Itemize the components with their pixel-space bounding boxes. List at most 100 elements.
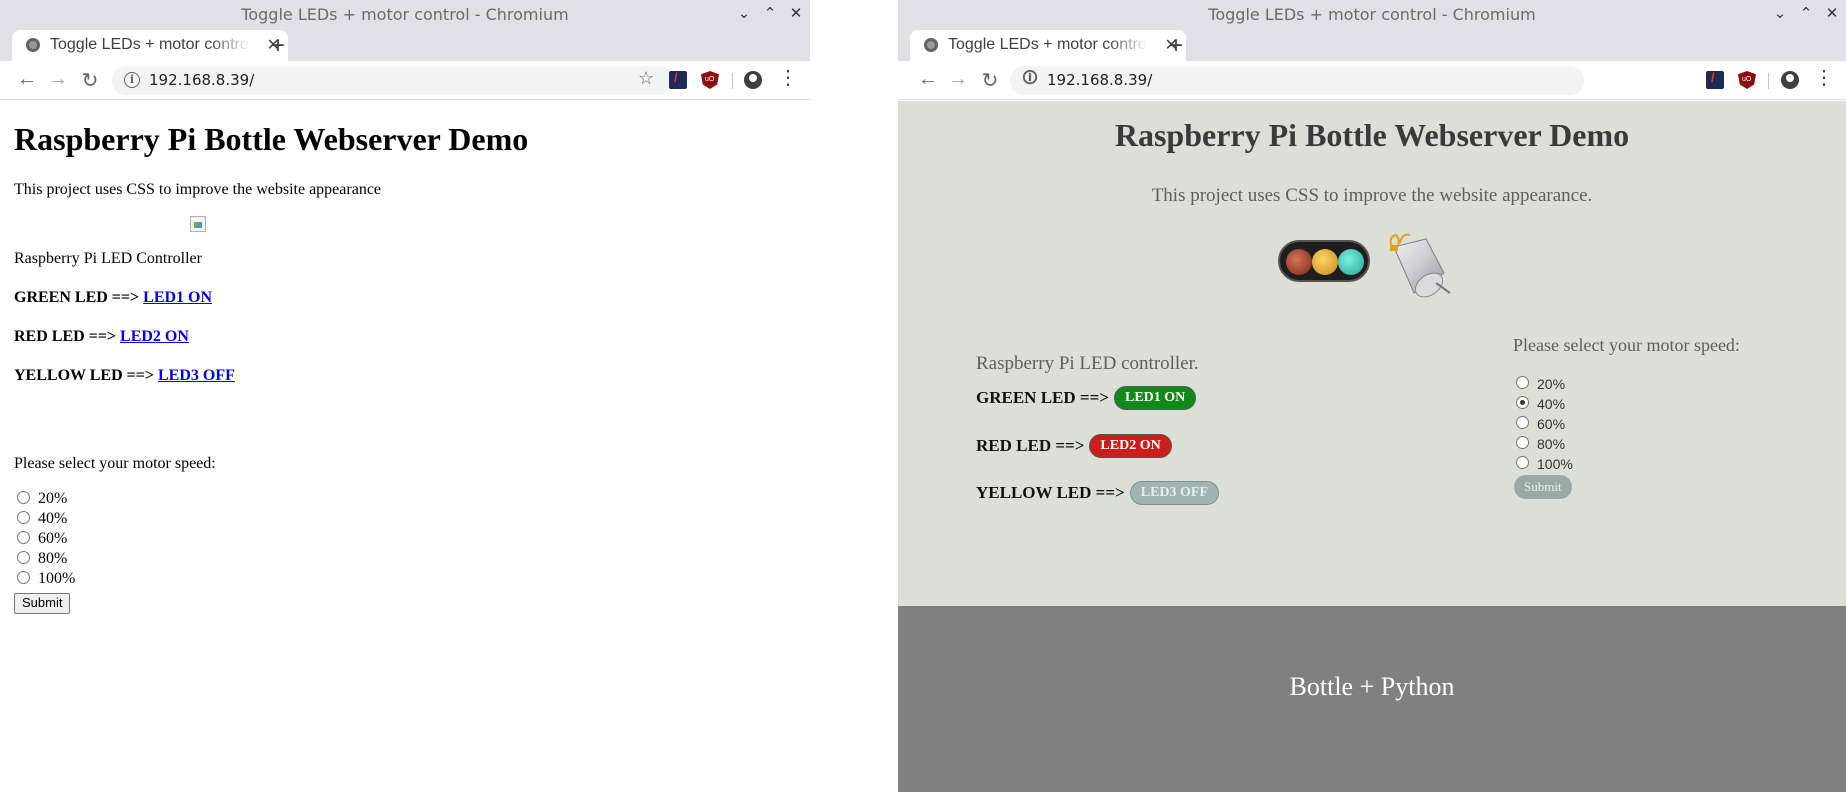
green-led-label: GREEN LED ==>	[14, 289, 144, 306]
red-led-row: RED LED ==> LED2 ON	[976, 434, 1172, 458]
address-bar[interactable]: i 192.168.8.39/ ☆	[112, 66, 674, 95]
speed-prompt: Please select your motor speed:	[14, 455, 216, 472]
radio-button[interactable]	[17, 530, 30, 544]
maximize-icon[interactable]: ⌃	[762, 4, 778, 24]
speed-option[interactable]: 40%	[1516, 394, 1573, 414]
radio-button[interactable]	[1516, 435, 1529, 449]
speed-option[interactable]: 100%	[17, 569, 75, 589]
controller-title: Raspberry Pi LED Controller	[14, 250, 202, 267]
minimize-icon[interactable]: ⌄	[1772, 4, 1788, 24]
ublock-icon[interactable]	[701, 71, 719, 89]
yellow-led-row: YELLOW LED ==> LED3 OFF	[976, 481, 1220, 505]
speed-option[interactable]: 80%	[1516, 434, 1573, 454]
footer: Bottle + Python	[898, 606, 1846, 792]
red-led-row: RED LED ==> LED2 ON	[14, 328, 189, 346]
browser-toolbar: ← → ↻ i 192.168.8.39/ ☆ ⋮	[0, 61, 810, 100]
submit-button[interactable]: Submit	[1514, 475, 1572, 499]
reload-icon[interactable]: ↻	[978, 68, 1002, 93]
arrow-left-icon[interactable]: ←	[916, 68, 940, 91]
led1-link[interactable]: LED1 ON	[143, 289, 212, 306]
radio-button[interactable]	[17, 550, 30, 564]
page-content: Raspberry Pi Bottle Webserver Demo This …	[898, 101, 1846, 792]
title-bar: Toggle LEDs + motor control - Chromium ⌄…	[898, 0, 1846, 30]
led3-button[interactable]: LED3 OFF	[1129, 481, 1220, 505]
arrow-right-icon[interactable]: →	[46, 68, 70, 91]
browser-toolbar: ← → ↻ 🛈 192.168.8.39/ ⋮	[898, 61, 1846, 100]
green-led-row: GREEN LED ==> LED1 ON	[14, 289, 212, 307]
intro-text: This project uses CSS to improve the web…	[1151, 185, 1593, 206]
footer-text: Bottle + Python	[1289, 672, 1455, 701]
tab-title: Toggle LEDs + motor control - Chromium	[50, 36, 250, 53]
radio-button[interactable]	[17, 510, 30, 524]
tab-title: Toggle LEDs + motor control - Chromium	[948, 36, 1148, 53]
globe-icon	[924, 38, 938, 52]
extension-icon[interactable]	[669, 70, 687, 89]
speed-option[interactable]: 80%	[17, 549, 75, 569]
main-section: Raspberry Pi Bottle Webserver Demo This …	[898, 101, 1846, 606]
submit-button[interactable]: Submit	[14, 593, 71, 614]
page-title: Raspberry Pi Bottle Webserver Demo	[1114, 117, 1630, 153]
arrow-right-icon[interactable]: →	[946, 68, 970, 91]
radio-button[interactable]	[17, 490, 30, 504]
radio-button[interactable]	[17, 570, 30, 584]
extension-icon[interactable]	[1706, 70, 1724, 89]
url-text: 192.168.8.39/	[149, 71, 255, 89]
star-icon[interactable]: ☆	[638, 68, 656, 88]
new-tab-icon[interactable]: +	[266, 32, 290, 60]
radio-button[interactable]	[1516, 455, 1529, 469]
speed-option[interactable]: 100%	[1516, 454, 1573, 474]
tab-strip: Toggle LEDs + motor control - Chromium ✕…	[0, 30, 810, 61]
ublock-icon[interactable]	[1738, 71, 1756, 89]
led2-button[interactable]: LED2 ON	[1089, 434, 1172, 458]
speed-radio-group: 20% 40% 60% 80% 100%	[17, 489, 75, 589]
speed-option[interactable]: 20%	[1516, 374, 1573, 394]
intro-text: This project uses CSS to improve the web…	[14, 181, 382, 198]
speed-option[interactable]: 60%	[1516, 414, 1573, 434]
yellow-led-label: YELLOW LED ==>	[14, 367, 158, 384]
speed-option[interactable]: 20%	[17, 489, 75, 509]
profile-icon[interactable]	[744, 71, 762, 89]
radio-button[interactable]	[1516, 375, 1529, 389]
dc-motor-image	[1389, 233, 1451, 298]
kebab-menu-icon[interactable]: ⋮	[1814, 68, 1834, 88]
red-led-label: RED LED ==>	[976, 436, 1085, 455]
arrow-left-icon[interactable]: ←	[15, 68, 39, 91]
page-title: Raspberry Pi Bottle Webserver Demo	[14, 121, 529, 157]
radio-button[interactable]	[1516, 415, 1529, 429]
window-title: Toggle LEDs + motor control - Chromium	[1208, 5, 1536, 24]
info-icon[interactable]: i	[124, 72, 140, 88]
window-title: Toggle LEDs + motor control - Chromium	[241, 5, 569, 24]
address-bar[interactable]: 🛈 192.168.8.39/	[1010, 66, 1584, 95]
tab-active[interactable]: Toggle LEDs + motor control - Chromium ✕	[12, 30, 288, 61]
close-window-icon[interactable]: ✕	[1824, 4, 1840, 24]
url-text: 192.168.8.39/	[1047, 71, 1153, 89]
browser-window-left: Toggle LEDs + motor control - Chromium ⌄…	[0, 0, 810, 799]
close-window-icon[interactable]: ✕	[788, 4, 804, 24]
reload-icon[interactable]: ↻	[78, 68, 102, 93]
profile-icon[interactable]	[1781, 71, 1799, 89]
kebab-menu-icon[interactable]: ⋮	[778, 68, 798, 88]
led2-link[interactable]: LED2 ON	[120, 328, 189, 345]
red-led-label: RED LED ==>	[14, 328, 121, 345]
green-led-label: GREEN LED ==>	[976, 388, 1109, 407]
speed-prompt: Please select your motor speed:	[1513, 335, 1740, 355]
maximize-icon[interactable]: ⌃	[1798, 4, 1814, 24]
led3-link[interactable]: LED3 OFF	[158, 367, 235, 384]
globe-icon	[26, 38, 40, 52]
yellow-led-row: YELLOW LED ==> LED3 OFF	[14, 367, 235, 385]
lock-icon[interactable]: 🛈	[1022, 71, 1038, 88]
tab-active[interactable]: Toggle LEDs + motor control - Chromium ✕	[910, 30, 1186, 61]
yellow-led-label: YELLOW LED ==>	[976, 483, 1125, 502]
speed-option[interactable]: 60%	[17, 529, 75, 549]
green-led-row: GREEN LED ==> LED1 ON	[976, 386, 1197, 410]
tab-strip: Toggle LEDs + motor control - Chromium ✕…	[898, 30, 1846, 61]
title-bar: Toggle LEDs + motor control - Chromium ⌄…	[0, 0, 810, 30]
new-tab-icon[interactable]: +	[1164, 32, 1188, 60]
broken-image-icon	[190, 216, 206, 232]
traffic-light-image	[1278, 240, 1370, 282]
speed-option[interactable]: 40%	[17, 509, 75, 529]
led1-button[interactable]: LED1 ON	[1113, 386, 1197, 410]
radio-button-selected[interactable]	[1516, 395, 1529, 409]
browser-window-right: Toggle LEDs + motor control - Chromium ⌄…	[898, 0, 1846, 792]
minimize-icon[interactable]: ⌄	[736, 4, 752, 24]
